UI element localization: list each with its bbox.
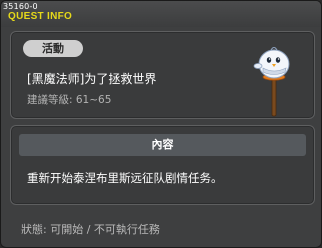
quest-name: [黑魔法师]为了拯救世界 <box>27 72 157 86</box>
window-title: QUEST INFO <box>8 11 73 22</box>
category-badge: 活動 <box>23 40 83 57</box>
recommended-level: 建議等級: 61~65 <box>27 94 112 106</box>
content-description: 重新开始泰涅布里斯远征队剧情任务。 <box>27 171 223 185</box>
quest-summary-panel: 活動 [黑魔法师]为了拯救世界 建議等級: 61~65 <box>10 31 315 119</box>
title-bar[interactable]: 35160-0 QUEST INFO <box>1 1 321 27</box>
content-header: 內容 <box>19 134 306 156</box>
quest-info-window: 35160-0 QUEST INFO 活動 [黑魔法师]为了拯救世界 建議等級:… <box>0 0 322 248</box>
quest-status: 狀態: 可開始 / 不可執行任務 <box>21 223 160 236</box>
snowman-npc-icon <box>253 47 290 117</box>
quest-content-panel: 內容 重新开始泰涅布里斯远征队剧情任务。 <box>10 125 315 205</box>
quest-id: 35160-0 <box>3 2 38 11</box>
